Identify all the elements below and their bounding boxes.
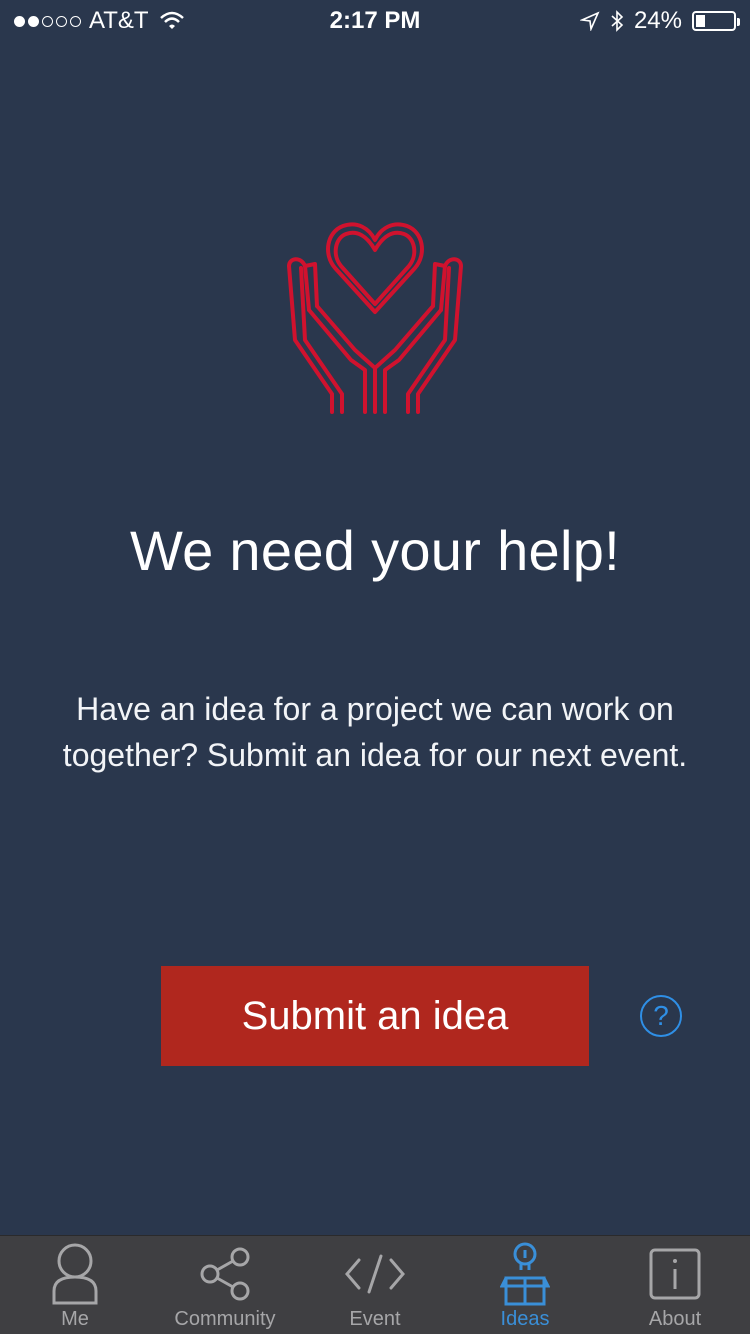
person-icon [40, 1242, 110, 1306]
location-icon [579, 11, 600, 31]
tab-bar: Me Community Event Ideas About [0, 1235, 750, 1334]
info-icon [640, 1242, 710, 1306]
tab-me[interactable]: Me [0, 1236, 150, 1334]
tab-label-community: Community [174, 1308, 276, 1330]
tab-community[interactable]: Community [150, 1236, 300, 1334]
status-right: 24% [579, 7, 740, 35]
tab-about[interactable]: About [600, 1236, 750, 1334]
battery-percent: 24% [633, 7, 682, 34]
tab-event[interactable]: Event [300, 1236, 450, 1334]
page-description: Have an idea for a project we can work o… [62, 691, 688, 773]
status-bar: AT&T 2:17 PM 24% [0, 0, 750, 40]
share-icon [190, 1242, 260, 1306]
battery-level [696, 15, 705, 27]
tab-ideas[interactable]: Ideas [450, 1236, 600, 1334]
page-headline: We need your help! [129, 519, 620, 582]
tab-label-event: Event [349, 1308, 401, 1330]
tab-label-about: About [648, 1308, 702, 1330]
bluetooth-icon [611, 10, 624, 32]
tab-label-ideas: Ideas [500, 1308, 550, 1330]
tab-label-me: Me [61, 1308, 89, 1330]
hands-holding-heart-icon [287, 222, 463, 414]
code-icon [340, 1242, 410, 1306]
submit-idea-button[interactable]: Submit an idea [161, 966, 589, 1066]
help-button[interactable]: ? [640, 995, 682, 1037]
battery-icon [692, 11, 740, 31]
lightbulb-box-icon [490, 1242, 560, 1306]
